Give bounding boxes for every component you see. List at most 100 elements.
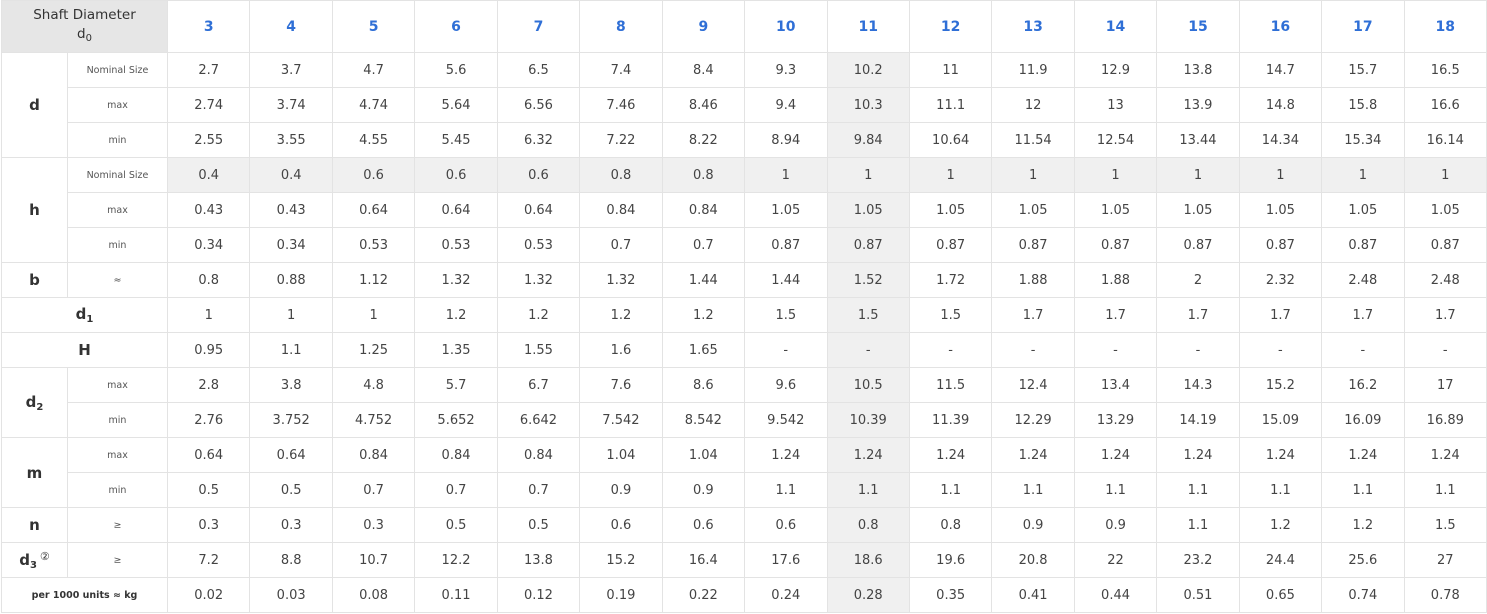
group-d3-label: d3② [1, 542, 68, 578]
value-cell: 3.7 [249, 52, 333, 88]
value-cell: 0.41 [991, 577, 1075, 613]
table-row: d1 1 1 1 1.2 1.2 1.2 1.2 1.5 1.5 1.5 1.7 1.7 1.7 1.7 1.… [1, 297, 1487, 333]
value-cell: 1.5 [1403, 507, 1487, 543]
value-cell: 1 [908, 157, 993, 193]
value-cell: 2.48 [1403, 262, 1487, 298]
value-cell: - [1238, 332, 1323, 368]
value-cell: 1.7 [1403, 297, 1487, 333]
table-row: d3② ≥7.2 8.8 10.7 12.2 13.8 15.2 16.4 17.6 18.6 19… [1, 542, 1487, 578]
value-cell: 3.8 [249, 367, 333, 403]
value-cell: 10.7 [331, 542, 416, 578]
value-cell: 1.7 [991, 297, 1075, 333]
value-cell: 0.87 [1156, 227, 1240, 263]
sub-label: ≥ [67, 542, 168, 578]
sub-label: max [67, 192, 168, 228]
table-row: min 2.55 3.55 4.55 5.45 6.32 7.22 8.22 8.94 9.84 1… [2, 122, 1487, 158]
value-cell: 0.95 [166, 332, 251, 368]
value-cell: 2.32 [1238, 262, 1323, 298]
value-cell: 0.8 [826, 507, 910, 543]
value-cell: 1.05 [826, 192, 910, 228]
value-cell: 23.2 [1156, 542, 1240, 578]
value-cell: 0.87 [991, 227, 1075, 263]
value-cell: - [826, 332, 910, 368]
value-cell: 0.64 [414, 192, 498, 228]
table-row: h Nominal Size 0.4 0.4 0.6 0.6 0.6 0.8 0.8 1 1 1 1 1 1… [1, 157, 1487, 263]
group-m-label: m [1, 437, 68, 508]
table-row: n ≥0.3 0.3 0.3 0.5 0.5 0.6 0.6 0.6 0.8 0.8 0.9 0.9 1.… [1, 507, 1487, 543]
value-cell: 1.35 [414, 332, 498, 368]
value-cell: 7.22 [579, 122, 663, 158]
value-cell: 1.25 [331, 332, 416, 368]
value-cell: 1.1 [1156, 507, 1240, 543]
table-row: d2 max 2.8 3.8 4.8 5.7 6.7 7.6 8.6 9.6 10.5 11.5 12.… [1, 367, 1487, 438]
value-cell: 1.52 [826, 262, 910, 298]
shaft-diameter-symbol: d0 [77, 25, 92, 44]
value-cell: 2.74 [166, 87, 251, 123]
value-cell: 1.24 [908, 437, 993, 473]
value-cell: 6.56 [496, 87, 581, 123]
size-header-cell: 16 [1238, 0, 1323, 53]
value-cell: 1.05 [1156, 192, 1240, 228]
size-header-cell: 3 [166, 0, 251, 53]
value-cell: 0.03 [249, 577, 333, 613]
value-cell: 1.05 [1403, 192, 1487, 228]
value-cell: 6.7 [496, 367, 581, 403]
value-cell: 0.64 [331, 192, 416, 228]
value-cell: 1.05 [1238, 192, 1323, 228]
value-cell: 3.752 [249, 402, 333, 438]
value-cell: 11 [908, 52, 993, 88]
value-cell: 1 [1403, 157, 1487, 193]
value-cell: 13.4 [1073, 367, 1158, 403]
value-cell: 1.24 [744, 437, 828, 473]
shaft-diameter-label: Shaft Diameter [33, 6, 136, 23]
value-cell: 0.24 [744, 577, 828, 613]
value-cell: 0.22 [661, 577, 746, 613]
value-cell: 17.6 [744, 542, 828, 578]
table-row: max 2.74 3.74 4.74 5.64 6.56 7.46 8.46 9.4 10.3 11… [2, 87, 1487, 123]
value-cell: 12.2 [414, 542, 498, 578]
value-cell: 1.05 [1321, 192, 1405, 228]
value-cell: - [908, 332, 993, 368]
value-cell: 0.7 [414, 472, 498, 508]
value-cell: 10.64 [908, 122, 993, 158]
value-cell: 1.2 [1321, 507, 1405, 543]
group-h-label: h [1, 157, 68, 263]
table-body: d Nominal Size 2.7 3.7 4.7 5.6 6.5 7.4 8.4 9.3 10.… [1, 52, 1487, 613]
value-cell: 1.55 [496, 332, 581, 368]
sub-label: min [67, 402, 168, 438]
size-header-cell: 18 [1403, 0, 1487, 53]
value-cell: 0.87 [908, 227, 993, 263]
value-cell: 15.09 [1238, 402, 1323, 438]
value-cell: 1 [744, 157, 828, 193]
value-cell: 8.94 [744, 122, 828, 158]
value-cell: 1.05 [908, 192, 993, 228]
value-cell: 4.55 [331, 122, 416, 158]
value-cell: 2.76 [166, 402, 251, 438]
value-cell: 0.3 [249, 507, 333, 543]
group-n-label: n [1, 507, 68, 543]
value-cell: 16.5 [1403, 52, 1487, 88]
value-cell: - [991, 332, 1075, 368]
value-cell: 0.3 [166, 507, 251, 543]
value-cell: 1.1 [1238, 472, 1323, 508]
value-cell: 0.84 [579, 192, 663, 228]
value-cell: - [744, 332, 828, 368]
value-cell: 8.46 [661, 87, 746, 123]
value-cell: 0.87 [1403, 227, 1487, 263]
value-cell: 0.8 [166, 262, 251, 298]
value-cell: - [1156, 332, 1240, 368]
value-cell: 0.8 [661, 157, 746, 193]
value-cell: 11.9 [991, 52, 1075, 88]
value-cell: 7.46 [579, 87, 663, 123]
value-cell: 1.7 [1156, 297, 1240, 333]
value-cell: 0.9 [579, 472, 663, 508]
value-cell: 1.2 [579, 297, 663, 333]
value-cell: 5.64 [414, 87, 498, 123]
value-cell: 14.3 [1156, 367, 1240, 403]
value-cell: 13.8 [496, 542, 581, 578]
value-cell: 0.7 [331, 472, 416, 508]
table-row: max 0.43 0.43 0.64 0.64 0.64 0.84 0.84 1.05 1.05 1… [2, 192, 1487, 228]
value-cell: 12.54 [1073, 122, 1158, 158]
value-cell: 5.7 [414, 367, 498, 403]
group-d-label: d [1, 52, 68, 158]
